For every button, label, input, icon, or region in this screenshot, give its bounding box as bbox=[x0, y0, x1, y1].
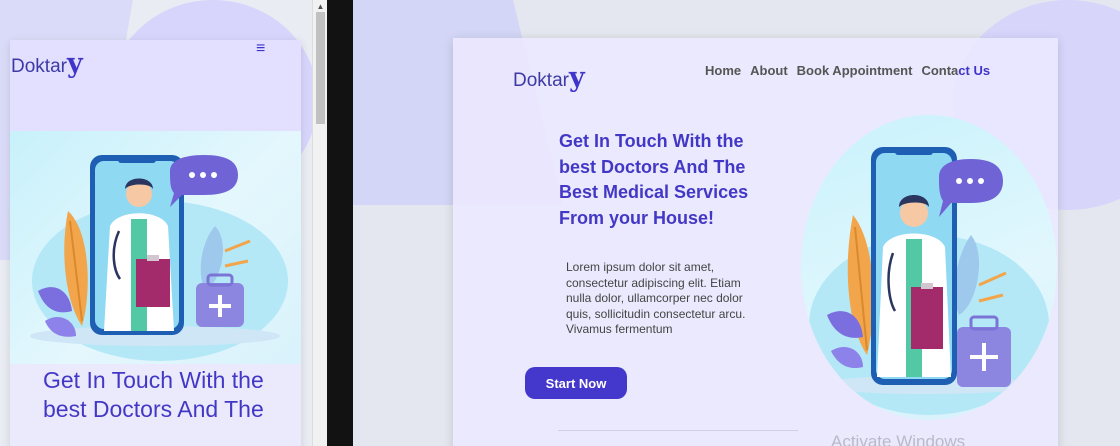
mobile-page-card: Doktary ≡ Get In Touch With the best Doc… bbox=[10, 40, 301, 446]
desktop-viewport: Doktary Home About Book Appointment Cont… bbox=[353, 0, 1120, 446]
hamburger-menu-icon[interactable]: ≡ bbox=[256, 41, 265, 57]
mobile-hero-illustration bbox=[10, 131, 301, 364]
scroll-up-arrow-icon[interactable]: ▲ bbox=[313, 2, 327, 12]
nav-contact-part: Conta bbox=[921, 63, 959, 78]
nav-book-appointment-link[interactable]: Book Appointment bbox=[797, 63, 913, 78]
mobile-brand-logo[interactable]: Doktary bbox=[11, 48, 83, 79]
main-nav: Home About Book Appointment Contact Us bbox=[705, 63, 990, 78]
brand-letter: y bbox=[568, 62, 585, 93]
desktop-hero-illustration bbox=[801, 115, 1057, 420]
section-divider bbox=[558, 430, 798, 431]
desktop-brand-logo[interactable]: Doktary bbox=[513, 62, 585, 93]
nav-about-link[interactable]: About bbox=[750, 63, 788, 78]
start-now-button[interactable]: Start Now bbox=[525, 367, 627, 399]
doctor-phone-illustration bbox=[30, 155, 288, 361]
mobile-hero-heading: Get In Touch With the best Doctors And T… bbox=[43, 367, 264, 422]
brand-text: Doktar bbox=[513, 70, 569, 91]
nav-home-link[interactable]: Home bbox=[705, 63, 741, 78]
brand-letter: y bbox=[66, 48, 83, 79]
desktop-hero-heading: Get In Touch With the best Doctors And T… bbox=[559, 131, 749, 228]
nav-contact-us-link[interactable]: Contact Us bbox=[921, 63, 990, 78]
scrollbar-thumb[interactable] bbox=[316, 12, 325, 124]
desktop-page-card: Doktary Home About Book Appointment Cont… bbox=[453, 38, 1058, 446]
nav-contact-hover-part: ct Us bbox=[958, 63, 991, 78]
mobile-header: Doktary ≡ bbox=[10, 40, 301, 132]
hero-description: Lorem ipsum dolor sit amet, consectetur … bbox=[566, 260, 746, 336]
brand-text: Doktar bbox=[11, 56, 67, 77]
mobile-viewport: Doktary ≡ Get In Touch With the best Doc… bbox=[0, 0, 327, 446]
os-activation-watermark: Activate Windows bbox=[831, 432, 966, 446]
pane-divider bbox=[327, 0, 353, 446]
doctor-phone-illustration bbox=[809, 147, 1049, 415]
medical-kit-icon bbox=[957, 315, 1011, 387]
vertical-scrollbar[interactable]: ▲ bbox=[312, 0, 327, 446]
